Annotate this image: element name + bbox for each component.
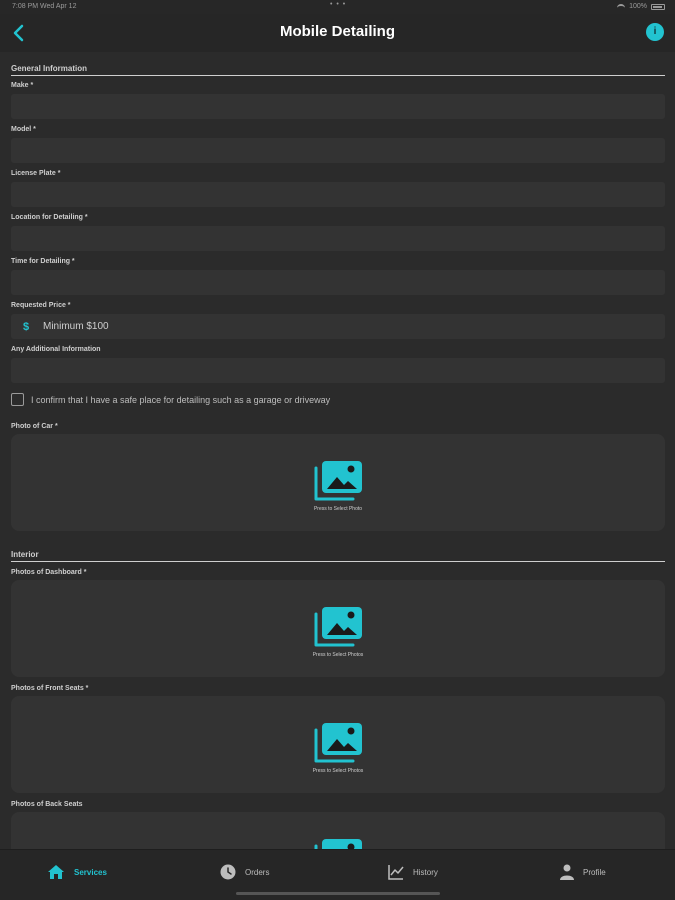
- additional-info-label: Any Additional Information: [11, 346, 101, 353]
- status-time: 7:08 PM Wed Apr 12: [12, 3, 77, 10]
- requested-price-label: Requested Price *: [11, 302, 71, 309]
- license-plate-input[interactable]: [11, 182, 665, 207]
- status-right: 100%: [617, 3, 665, 10]
- photo-of-car-caption: Press to Select Photo: [313, 506, 363, 512]
- form-scroll-area[interactable]: General Information Make * Model * Licen…: [0, 52, 675, 849]
- location-input[interactable]: [11, 226, 665, 251]
- photo-library-icon: [314, 723, 362, 763]
- requested-price-input[interactable]: $ Minimum $100: [11, 314, 665, 339]
- navigation-bar: Mobile Detailing i: [0, 14, 675, 52]
- photo-of-car-label: Photo of Car *: [11, 423, 58, 430]
- section-interior: Interior: [11, 550, 665, 562]
- home-icon: [48, 865, 64, 879]
- section-general-information: General Information: [11, 64, 665, 76]
- back-seats-photos-picker[interactable]: [11, 812, 665, 849]
- info-button[interactable]: i: [646, 23, 664, 41]
- dashboard-photos-picker[interactable]: Press to Select Photos: [11, 580, 665, 677]
- photo-library-icon: [314, 839, 362, 849]
- price-placeholder: Minimum $100: [43, 321, 109, 332]
- chart-icon: [388, 865, 404, 880]
- tab-services[interactable]: Services: [47, 864, 107, 880]
- tab-history[interactable]: History: [388, 864, 438, 880]
- tab-orders-label: Orders: [245, 867, 270, 877]
- front-seats-photos-caption: Press to Select Photos: [312, 768, 364, 774]
- time-input[interactable]: [11, 270, 665, 295]
- status-bar: 7:08 PM Wed Apr 12 • • • 100%: [0, 0, 675, 14]
- photo-library-icon: [314, 607, 362, 647]
- page-title: Mobile Detailing: [279, 23, 395, 40]
- battery-icon: [651, 3, 665, 10]
- safe-place-checkbox[interactable]: [11, 393, 24, 406]
- clock-icon: [220, 864, 236, 880]
- tab-profile[interactable]: Profile: [560, 864, 606, 880]
- model-label: Model *: [11, 126, 36, 133]
- time-label: Time for Detailing *: [11, 258, 75, 265]
- home-indicator[interactable]: [236, 892, 440, 895]
- safe-place-confirm-text: I confirm that I have a safe place for d…: [31, 394, 331, 405]
- tab-profile-label: Profile: [583, 867, 606, 877]
- dashboard-photos-caption: Press to Select Photos: [312, 652, 364, 658]
- additional-info-input[interactable]: [11, 358, 665, 383]
- make-input[interactable]: [11, 94, 665, 119]
- dollar-icon: $: [23, 320, 30, 333]
- model-input[interactable]: [11, 138, 665, 163]
- dashboard-photos-label: Photos of Dashboard *: [11, 569, 87, 576]
- battery-percent: 100%: [629, 3, 647, 10]
- location-label: Location for Detailing *: [11, 214, 88, 221]
- wifi-icon: [617, 3, 626, 10]
- front-seats-photos-picker[interactable]: Press to Select Photos: [11, 696, 665, 793]
- back-seats-photos-label: Photos of Back Seats: [11, 801, 83, 808]
- tab-services-label: Services: [74, 867, 107, 877]
- multitasking-dots: • • •: [330, 1, 347, 8]
- tab-history-label: History: [413, 867, 438, 877]
- tab-orders[interactable]: Orders: [220, 864, 269, 880]
- make-label: Make *: [11, 82, 34, 89]
- photo-of-car-picker[interactable]: Press to Select Photo: [11, 434, 665, 531]
- photo-library-icon: [314, 461, 362, 501]
- person-icon: [560, 864, 574, 880]
- front-seats-photos-label: Photos of Front Seats *: [11, 685, 89, 692]
- safe-place-confirm-row[interactable]: I confirm that I have a safe place for d…: [11, 393, 330, 406]
- license-plate-label: License Plate *: [11, 170, 61, 177]
